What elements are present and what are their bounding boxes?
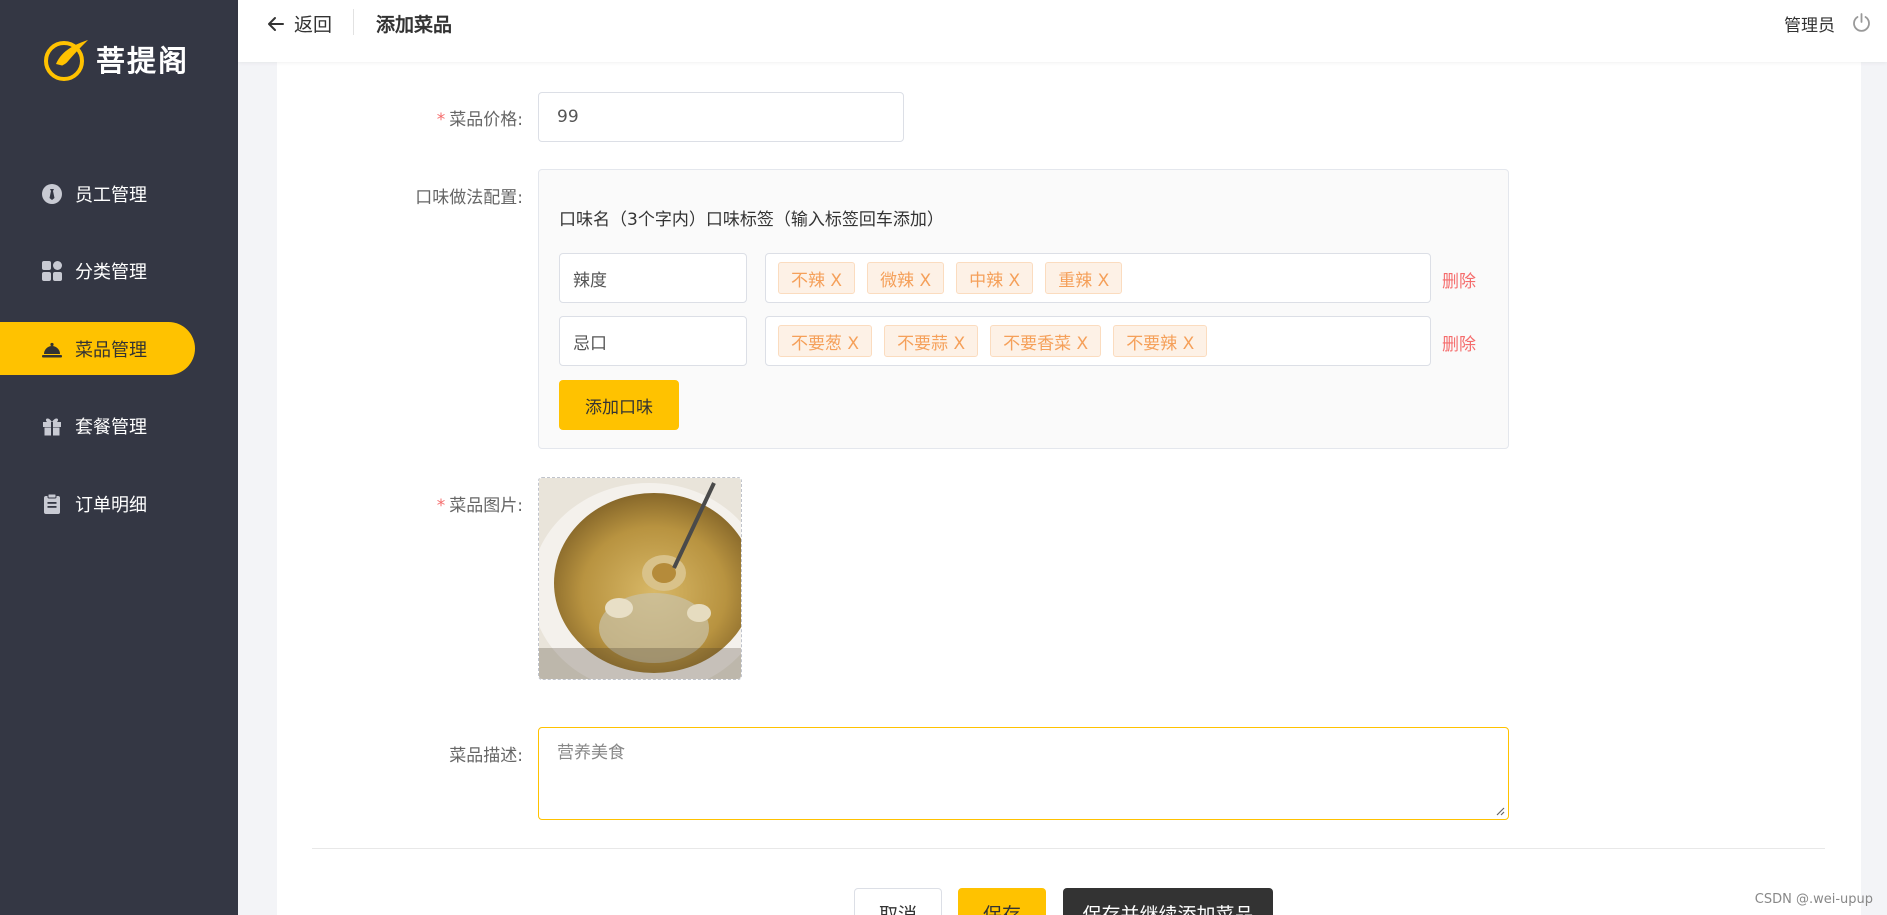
price-label: * 菜品价格:	[436, 110, 523, 130]
flavor-name-input[interactable]: 辣度	[559, 253, 747, 303]
arrow-left-icon	[268, 16, 284, 31]
gift-icon	[41, 415, 63, 437]
sidebar-item-label: 订单明细	[75, 494, 147, 516]
sidebar-item-label: 分类管理	[75, 262, 147, 283]
page-title: 添加菜品	[376, 14, 453, 36]
flavor-tag[interactable]: 不要蒜 X	[884, 325, 979, 357]
flavor-delete-button[interactable]: 删除	[1442, 330, 1476, 355]
dish-image-upload[interactable]	[538, 477, 742, 680]
sidebar: 菩提阁 员工管理 分类管理 菜品管理 套餐管理 订单明细	[0, 0, 238, 915]
flavor-tag[interactable]: 不要辣 X	[1113, 325, 1208, 357]
flavor-config-panel: 口味名（3个字内）口味标签（输入标签回车添加） 辣度 不辣 X 微辣 X 中辣 …	[538, 169, 1509, 449]
back-label: 返回	[294, 14, 333, 36]
flavor-tag[interactable]: 不辣 X	[778, 262, 856, 294]
top-header: 返回 添加菜品 管理员	[238, 0, 1887, 62]
flavor-tags-input[interactable]: 不辣 X 微辣 X 中辣 X 重辣 X	[765, 253, 1431, 303]
sidebar-item-orders[interactable]: 订单明细	[0, 477, 238, 530]
cancel-button[interactable]: 取消	[854, 888, 942, 915]
category-grid-icon	[41, 260, 63, 282]
logo: 菩提阁	[42, 36, 189, 82]
save-button[interactable]: 保存	[958, 888, 1046, 915]
image-label: * 菜品图片:	[436, 496, 523, 516]
brand-name: 菩提阁	[96, 44, 190, 78]
price-value: 99	[557, 107, 579, 127]
form-divider	[312, 848, 1825, 849]
flavor-tag[interactable]: 不要葱 X	[778, 325, 873, 357]
flavor-tags-input[interactable]: 不要葱 X 不要蒜 X 不要香菜 X 不要辣 X	[765, 316, 1431, 366]
resize-handle-icon[interactable]	[1495, 806, 1505, 816]
brand-logo-icon	[44, 40, 88, 81]
description-textarea[interactable]: 营养美食	[538, 727, 1509, 820]
flavor-tag[interactable]: 中辣 X	[956, 262, 1034, 294]
watermark: CSDN @.wei-upup	[1754, 892, 1873, 907]
description-value: 营养美食	[557, 743, 625, 763]
add-flavor-button[interactable]: 添加口味	[559, 380, 679, 430]
sidebar-nav: 员工管理 分类管理 菜品管理 套餐管理 订单明细	[0, 167, 238, 555]
flavor-tag[interactable]: 重辣 X	[1045, 262, 1123, 294]
dish-cloche-icon	[41, 338, 63, 360]
power-icon[interactable]	[1851, 12, 1872, 33]
price-input[interactable]: 99	[538, 92, 904, 142]
flavor-tag[interactable]: 微辣 X	[867, 262, 945, 294]
sidebar-item-employee[interactable]: 员工管理	[0, 167, 238, 220]
flavor-delete-button[interactable]: 删除	[1442, 267, 1476, 292]
description-label: 菜品描述:	[449, 746, 523, 766]
save-and-add-button[interactable]: 保存并继续添加菜品	[1063, 888, 1273, 915]
flavor-label: 口味做法配置:	[415, 188, 523, 208]
flavor-tag[interactable]: 不要香菜 X	[990, 325, 1102, 357]
required-mark: *	[436, 110, 446, 130]
flavor-name-input[interactable]: 忌口	[559, 316, 747, 366]
clipboard-icon	[41, 493, 63, 515]
user-menu[interactable]: 管理员	[1784, 11, 1835, 36]
sidebar-item-category[interactable]: 分类管理	[0, 245, 238, 298]
sidebar-item-label: 套餐管理	[75, 417, 147, 438]
dish-photo	[539, 478, 741, 679]
sidebar-item-dish[interactable]: 菜品管理	[0, 322, 195, 375]
back-button[interactable]: 返回	[266, 10, 332, 37]
required-mark: *	[436, 496, 446, 516]
sidebar-item-combo[interactable]: 套餐管理	[0, 400, 238, 453]
sidebar-item-label: 员工管理	[75, 184, 147, 206]
flavor-header: 口味名（3个字内）口味标签（输入标签回车添加）	[559, 210, 944, 230]
sidebar-item-label: 菜品管理	[75, 339, 147, 361]
employee-icon	[41, 183, 63, 205]
header-divider	[353, 9, 354, 35]
